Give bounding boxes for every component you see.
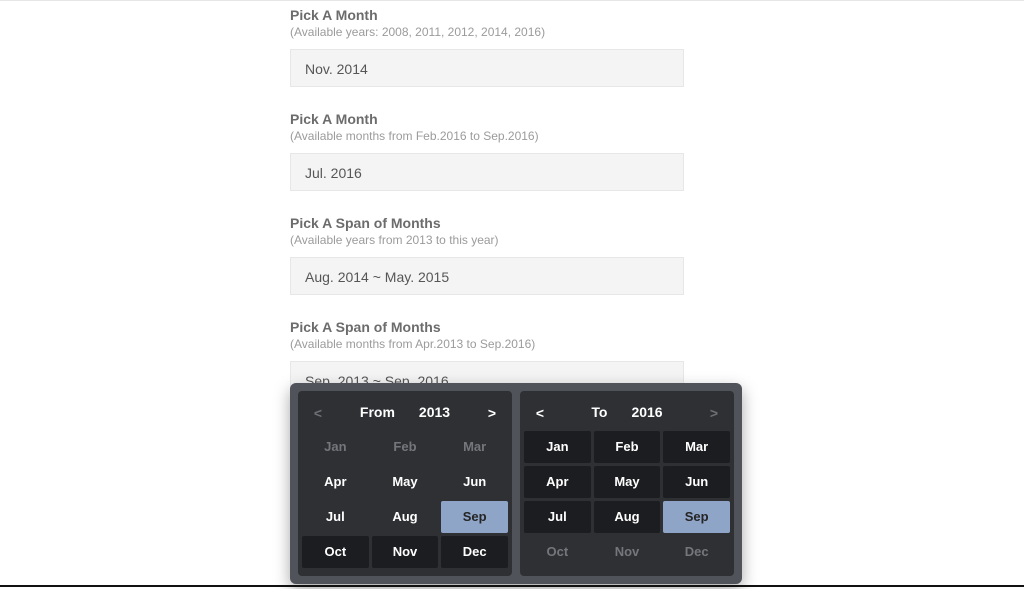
- from-month-dec[interactable]: Dec: [441, 536, 508, 568]
- group-0: Pick A Month (Available years: 2008, 201…: [290, 7, 690, 87]
- to-month-aug[interactable]: Aug: [594, 501, 661, 533]
- picker-from-header: < From 2013 >: [302, 395, 508, 431]
- picker-to-header: < To 2016 >: [524, 395, 730, 431]
- to-month-sep[interactable]: Sep: [663, 501, 730, 533]
- month-input-0[interactable]: Nov. 2014: [290, 49, 684, 87]
- from-month-grid: JanFebMar AprMayJun JulAugSep OctNovDec: [302, 431, 508, 568]
- from-month-jun[interactable]: Jun: [441, 466, 508, 498]
- form-column: Pick A Month (Available years: 2008, 201…: [290, 7, 690, 399]
- group-hint: (Available years: 2008, 2011, 2012, 2014…: [290, 25, 690, 39]
- group-hint: (Available years from 2013 to this year): [290, 233, 690, 247]
- to-prev-year-button[interactable]: <: [530, 405, 550, 421]
- to-next-year-button[interactable]: >: [704, 405, 724, 421]
- from-month-jan: Jan: [302, 431, 369, 463]
- group-label: Pick A Span of Months: [290, 215, 690, 231]
- to-title: To: [591, 404, 607, 420]
- group-2: Pick A Span of Months (Available years f…: [290, 215, 690, 295]
- picker-to-pane: < To 2016 > JanFebMar AprMayJun JulAugSep O…: [520, 391, 734, 576]
- to-month-nov: Nov: [594, 536, 661, 568]
- from-month-may[interactable]: May: [372, 466, 439, 498]
- from-month-sep[interactable]: Sep: [441, 501, 508, 533]
- to-month-jan[interactable]: Jan: [524, 431, 591, 463]
- to-month-jun[interactable]: Jun: [663, 466, 730, 498]
- from-month-feb: Feb: [372, 431, 439, 463]
- month-span-input-0[interactable]: Aug. 2014 ~ May. 2015: [290, 257, 684, 295]
- page: Pick A Month (Available years: 2008, 201…: [0, 0, 1024, 589]
- from-next-year-button[interactable]: >: [482, 405, 502, 421]
- to-month-feb[interactable]: Feb: [594, 431, 661, 463]
- from-year[interactable]: 2013: [419, 404, 450, 420]
- to-month-may[interactable]: May: [594, 466, 661, 498]
- group-label: Pick A Month: [290, 7, 690, 23]
- to-month-mar[interactable]: Mar: [663, 431, 730, 463]
- to-month-apr[interactable]: Apr: [524, 466, 591, 498]
- to-year[interactable]: 2016: [631, 404, 662, 420]
- group-1: Pick A Month (Available months from Feb.…: [290, 111, 690, 191]
- to-month-dec: Dec: [663, 536, 730, 568]
- from-month-mar: Mar: [441, 431, 508, 463]
- to-month-grid: JanFebMar AprMayJun JulAugSep OctNovDec: [524, 431, 730, 568]
- from-month-jul[interactable]: Jul: [302, 501, 369, 533]
- month-input-1[interactable]: Jul. 2016: [290, 153, 684, 191]
- group-hint: (Available months from Feb.2016 to Sep.2…: [290, 129, 690, 143]
- from-month-aug[interactable]: Aug: [372, 501, 439, 533]
- from-month-apr[interactable]: Apr: [302, 466, 369, 498]
- from-prev-year-button[interactable]: <: [308, 405, 328, 421]
- group-hint: (Available months from Apr.2013 to Sep.2…: [290, 337, 690, 351]
- to-month-jul[interactable]: Jul: [524, 501, 591, 533]
- to-month-oct: Oct: [524, 536, 591, 568]
- from-title: From: [360, 404, 395, 420]
- from-month-oct[interactable]: Oct: [302, 536, 369, 568]
- picker-from-pane: < From 2013 > JanFebMar AprMayJun JulAugSe…: [298, 391, 512, 576]
- group-label: Pick A Span of Months: [290, 319, 690, 335]
- month-span-picker: < From 2013 > JanFebMarAprMayJunJulAugSe…: [290, 383, 742, 584]
- group-label: Pick A Month: [290, 111, 690, 127]
- from-month-nov[interactable]: Nov: [372, 536, 439, 568]
